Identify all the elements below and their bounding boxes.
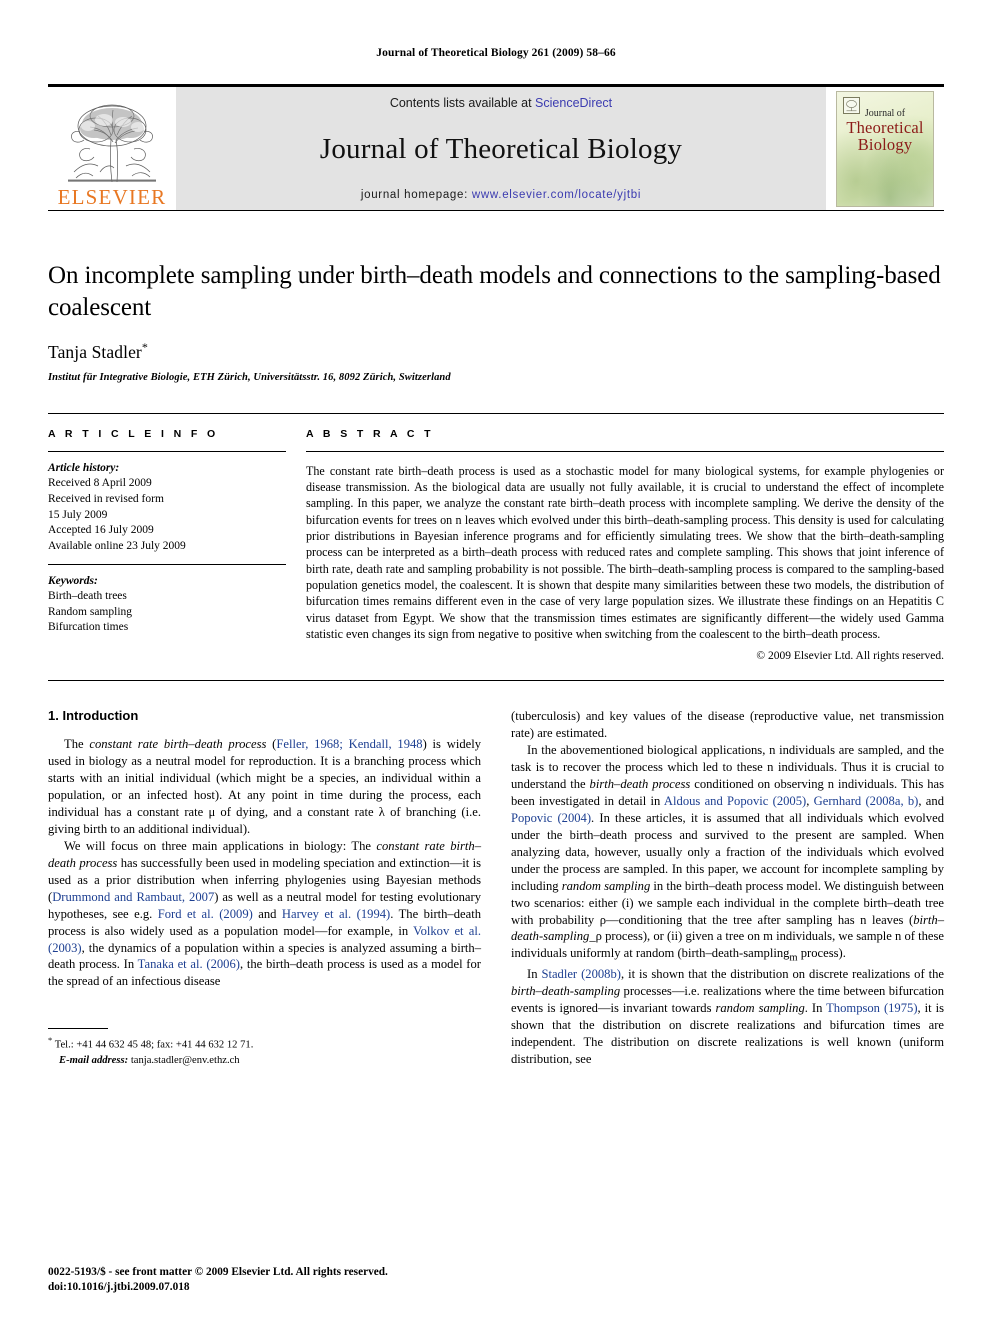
journal-article-page: Journal of Theoretical Biology 261 (2009… [0,0,992,1323]
cover-title-text: Journal of Theoretical Biology [837,108,933,155]
homepage-prefix: journal homepage: [360,189,472,201]
cover-artwork: Journal of Theoretical Biology [836,90,934,207]
cover-line-theoretical: Theoretical [846,117,924,137]
keyword-item: Random sampling [48,605,133,618]
footnote-email-line: E-mail address: tanja.stadler@env.ethz.c… [48,1053,481,1068]
body-column-right: (tuberculosis) and key values of the dis… [511,708,944,1067]
keyword-item: Bifurcation times [48,621,129,634]
info-abstract-section: A R T I C L E I N F O Article history: R… [48,412,944,662]
issn-copyright-line: 0022-5193/$ - see front matter © 2009 El… [48,1265,388,1278]
affiliation: Institut für Integrative Biologie, ETH Z… [48,371,451,383]
running-head: Journal of Theoretical Biology 261 (2009… [376,47,616,59]
footnote-block: * Tel.: +41 44 632 45 48; fax: +41 44 63… [48,1028,481,1068]
author-line: Tanja Stadler* [48,340,944,363]
history-item: Received in revised form [48,493,164,506]
keywords-block: Keywords: Birth–death trees Random sampl… [48,565,286,637]
cover-line-biology: Biology [857,135,913,155]
body-columns: 1. Introduction The constant rate birth–… [48,708,944,1067]
paragraph: We will focus on three main applications… [48,838,482,989]
abstract-text: The constant rate birth–death process is… [306,463,944,641]
article-info-heading: A R T I C L E I N F O [48,427,219,440]
abstract-column: A B S T R A C T The constant rate birth–… [306,428,944,662]
paragraph: (tuberculosis) and key values of the dis… [511,709,944,741]
abstract-copyright: © 2009 Elsevier Ltd. All rights reserved… [756,650,944,663]
footnote-rule [48,1028,108,1030]
journal-title: Journal of Theoretical Biology [319,133,683,165]
keyword-item: Birth–death trees [48,590,127,603]
paragraph: In the abovementioned biological applica… [511,743,944,964]
journal-masthead: ELSEVIER Contents lists available at Sci… [48,84,944,211]
history-item: Accepted 16 July 2009 [48,524,154,537]
keywords-label: Keywords: [48,574,98,587]
article-history-block: Article history: Received 8 April 2009 R… [48,452,286,555]
footnote-marker: * [48,1035,53,1046]
footnote-email-value[interactable]: tanja.stadler@env.ethz.ch [131,1055,240,1066]
page-footer: 0022-5193/$ - see front matter © 2009 El… [48,1265,481,1296]
author-name: Tanja Stadler [48,341,142,362]
masthead-center-panel: Contents lists available at ScienceDirec… [176,87,826,210]
author-footnote-marker: * [141,340,148,354]
footnote-text: * Tel.: +41 44 632 45 48; fax: +41 44 63… [48,1034,481,1068]
body-column-left: 1. Introduction The constant rate birth–… [48,708,481,1067]
journal-homepage-link[interactable]: www.elsevier.com/locate/yjtbi [472,189,641,201]
history-item: Received 8 April 2009 [48,477,152,490]
journal-cover-thumbnail: Journal of Theoretical Biology [826,87,944,210]
elsevier-tree-icon [68,104,156,183]
journal-homepage-line: journal homepage: www.elsevier.com/locat… [361,189,641,201]
article-info-column: A R T I C L E I N F O Article history: R… [48,428,286,662]
contents-lists-line: Contents lists available at ScienceDirec… [390,96,612,110]
doi-line: doi:10.1016/j.jtbi.2009.07.018 [48,1281,190,1294]
footnote-phone: Tel.: +41 44 632 45 48; fax: +41 44 632 … [54,1039,254,1051]
history-item: Available online 23 July 2009 [48,539,186,552]
page-title: On incomplete sampling under birth–death… [48,262,941,321]
article-history-label: Article history: [48,461,120,474]
elsevier-logo: ELSEVIER [48,87,176,210]
title-block: On incomplete sampling under birth–death… [48,211,944,383]
section-title-introduction: 1. Introduction [48,708,139,724]
contents-prefix: Contents lists available at [389,96,536,110]
elsevier-wordmark: ELSEVIER [57,185,167,209]
paragraph: In Stadler (2008b), it is shown that the… [511,967,944,1066]
paragraph: The constant rate birth–death process (F… [48,737,481,836]
body-separator-rule [48,680,944,682]
footnote-email-label: E-mail address: [59,1054,129,1066]
sciencedirect-link[interactable]: ScienceDirect [535,96,612,110]
history-item: 15 July 2009 [48,508,108,521]
abstract-heading: A B S T R A C T [306,427,434,440]
